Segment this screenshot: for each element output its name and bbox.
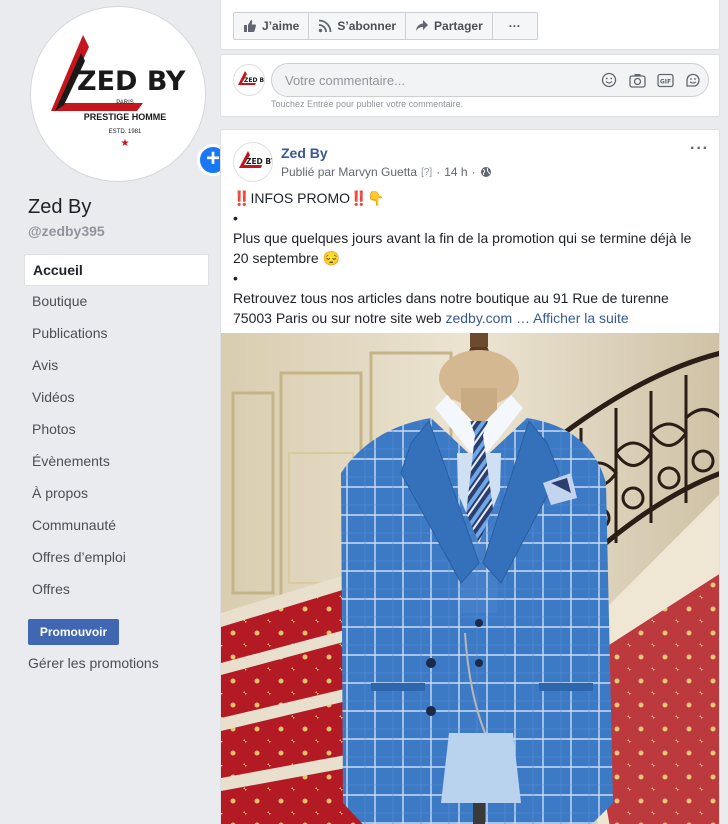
logo-established-text: ESTD. 1981 <box>109 129 142 135</box>
commenter-avatar: ZED BY <box>233 64 265 96</box>
comment-placeholder: Votre commentaire... <box>285 73 405 88</box>
subscribe-button[interactable]: S’abonner <box>309 13 407 39</box>
nav-item-offres[interactable]: Offres <box>24 574 209 606</box>
nav-item-communaute[interactable]: Communauté <box>24 510 209 542</box>
double-exclamation-icon: ‼️ <box>233 190 251 206</box>
post-body: ‼️INFOS PROMO‼️👇 • Plus que quelques jou… <box>233 188 709 328</box>
page-handle[interactable]: @zedby395 <box>28 223 105 239</box>
nav-item-accueil[interactable]: Accueil <box>24 254 209 286</box>
nav-item-boutique[interactable]: Boutique <box>24 286 209 318</box>
post-promo-title: INFOS PROMO <box>250 190 350 206</box>
website-link[interactable]: zedby.com <box>445 310 512 326</box>
post-bullet: • <box>233 270 238 286</box>
post-author-name[interactable]: Zed By <box>281 145 328 161</box>
svg-text:GIF: GIF <box>659 78 670 85</box>
post-meta: Publié par Marvyn Guetta [?] · 14 h · <box>281 165 492 179</box>
pointing-down-icon: ‼️👇 <box>350 190 385 206</box>
comment-icons: GIF <box>600 70 702 90</box>
logo-star-icon: ★ <box>121 138 130 149</box>
page-name[interactable]: Zed By <box>28 196 91 219</box>
rss-icon <box>319 19 332 33</box>
logo-city-text: PARIS <box>116 100 134 106</box>
nav-item-videos[interactable]: Vidéos <box>24 382 209 414</box>
nav-item-offres-emploi[interactable]: Offres d’emploi <box>24 542 209 574</box>
subscribe-label: S’abonner <box>337 19 397 33</box>
like-button[interactable]: J’aime <box>234 13 310 39</box>
comment-card: ZED BY Votre commentaire... GIF Touchez <box>220 54 720 117</box>
share-label: Partager <box>434 19 483 33</box>
post-card: ZED BY Zed By Publié par Marvyn Guetta [… <box>220 129 720 824</box>
svg-text:ZED BY: ZED BY <box>246 157 273 166</box>
gif-icon[interactable]: GIF <box>656 70 674 90</box>
share-arrow-icon <box>416 20 429 31</box>
action-bar: J’aime S’abonner Partager ··· <box>233 12 538 40</box>
post-options-button[interactable]: ··· <box>690 140 709 158</box>
logo-brand-text: ZED BY <box>77 66 186 97</box>
post-line-store: Retrouvez tous nos articles dans notre b… <box>233 288 709 328</box>
post-published-by: Publié par Marvyn Guetta <box>281 165 418 179</box>
zedby-mini-logo: ZED BY <box>239 151 273 168</box>
sticker-icon[interactable] <box>684 70 702 90</box>
meta-separator: · <box>436 165 441 179</box>
share-button[interactable]: Partager <box>406 13 493 39</box>
camera-icon[interactable] <box>628 70 646 90</box>
post-time[interactable]: 14 h <box>444 165 467 179</box>
see-more-link[interactable]: Afficher la suite <box>533 310 628 326</box>
globe-icon[interactable] <box>480 166 492 178</box>
like-label: J’aime <box>262 19 300 33</box>
nav-item-publications[interactable]: Publications <box>24 318 209 350</box>
nav-item-photos[interactable]: Photos <box>24 414 209 446</box>
post-line-end-date: Plus que quelques jours avant la fin de … <box>233 230 692 266</box>
comment-input[interactable]: Votre commentaire... GIF <box>271 63 709 97</box>
meta-separator: · <box>471 165 476 179</box>
post-line-promo: ‼️INFOS PROMO‼️👇 <box>233 188 709 208</box>
emoji-icon[interactable] <box>600 70 618 90</box>
post-help-marker[interactable]: [?] <box>421 167 432 178</box>
zedby-logo: ZED BY PARIS PRESTIGE HOMME ESTD. 1981 ★ <box>51 35 186 149</box>
post-actions-card: J’aime S’abonner Partager ··· <box>220 0 720 50</box>
page-nav: Accueil Boutique Publications Avis Vidéo… <box>24 254 209 606</box>
page-sidebar: ZED BY PARIS PRESTIGE HOMME ESTD. 1981 ★… <box>0 0 229 824</box>
nav-item-evenements[interactable]: Évènements <box>24 446 209 478</box>
post-photo[interactable] <box>221 333 720 824</box>
thumbs-up-icon <box>244 20 256 32</box>
comment-hint: Touchez Entrée pour publier votre commen… <box>271 99 464 109</box>
page-profile-picture[interactable]: ZED BY PARIS PRESTIGE HOMME ESTD. 1981 ★… <box>30 6 229 182</box>
post-bullet: • <box>233 210 238 226</box>
more-actions-button[interactable]: ··· <box>493 13 537 39</box>
post-author-avatar[interactable]: ZED BY <box>233 142 273 182</box>
nav-item-avis[interactable]: Avis <box>24 350 209 382</box>
svg-text:ZED BY: ZED BY <box>244 77 265 84</box>
logo-tagline-text: PRESTIGE HOMME <box>84 112 167 122</box>
zedby-mini-logo: ZED BY <box>238 71 265 85</box>
nav-item-a-propos[interactable]: À propos <box>24 478 209 510</box>
promote-button[interactable]: Promouvoir <box>28 619 119 645</box>
manage-promotions-link[interactable]: Gérer les promotions <box>28 655 159 671</box>
more-dots-icon: ··· <box>508 19 521 33</box>
post-ellipsis: … <box>512 310 534 326</box>
